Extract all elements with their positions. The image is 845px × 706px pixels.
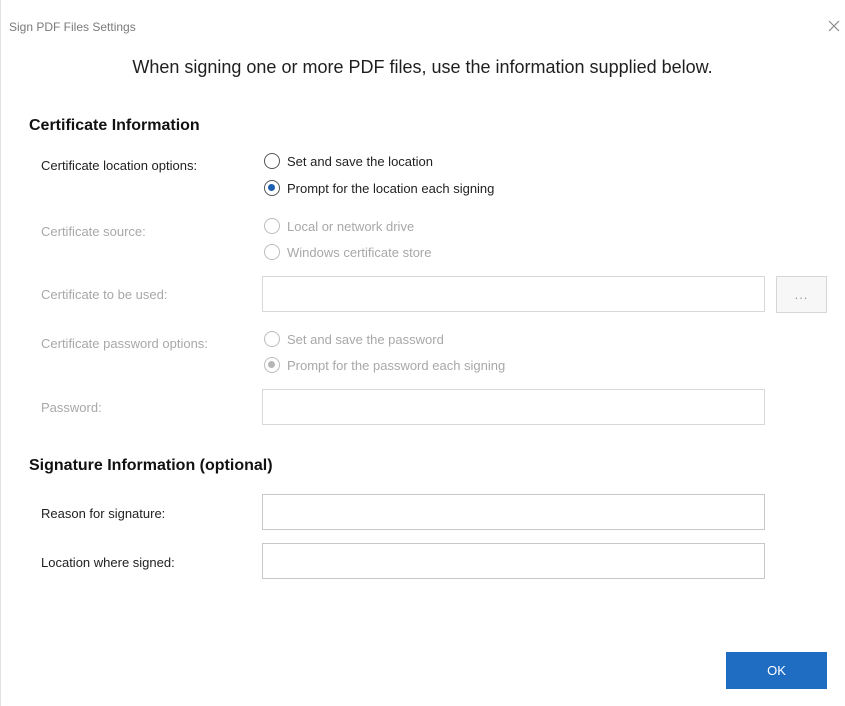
certificate-password-options-label: Certificate password options: <box>41 336 208 351</box>
radio-prompt-password[interactable]: Prompt for the password each signing <box>264 356 505 374</box>
radio-windows-certificate-store[interactable]: Windows certificate store <box>264 243 432 261</box>
sign-pdf-settings-dialog: Sign PDF Files Settings When signing one… <box>0 0 845 706</box>
location-where-signed-field[interactable] <box>262 543 765 579</box>
radio-circle <box>264 331 280 347</box>
reason-for-signature-field[interactable] <box>262 494 765 530</box>
password-field[interactable] <box>262 389 765 425</box>
certificate-to-be-used-label: Certificate to be used: <box>41 287 168 302</box>
radio-circle <box>264 244 280 260</box>
radio-circle <box>264 153 280 169</box>
radio-label: Windows certificate store <box>287 244 432 260</box>
ok-button[interactable]: OK <box>726 652 827 689</box>
reason-for-signature-label: Reason for signature: <box>41 506 166 521</box>
password-label: Password: <box>41 400 102 415</box>
location-where-signed-label: Location where signed: <box>41 555 175 570</box>
radio-label: Prompt for the password each signing <box>287 357 506 373</box>
certificate-to-be-used-field[interactable] <box>262 276 765 312</box>
radio-circle <box>264 180 280 196</box>
radio-circle <box>264 357 280 373</box>
signature-section-heading: Signature Information (optional) <box>29 457 273 474</box>
browse-certificate-button[interactable]: ... <box>776 276 827 313</box>
certificate-location-label: Certificate location options: <box>41 158 198 173</box>
certificate-section-heading: Certificate Information <box>29 117 200 134</box>
dialog-border <box>0 0 1 706</box>
radio-set-save-password[interactable]: Set and save the password <box>264 330 444 348</box>
close-icon <box>823 15 845 37</box>
radio-label: Local or network drive <box>287 218 415 234</box>
close-button[interactable] <box>823 15 845 37</box>
dialog-title: Sign PDF Files Settings <box>9 20 136 34</box>
radio-set-save-location[interactable]: Set and save the location <box>264 152 433 170</box>
radio-label: Set and save the location <box>287 153 433 169</box>
radio-local-network-drive[interactable]: Local or network drive <box>264 217 414 235</box>
radio-prompt-location[interactable]: Prompt for the location each signing <box>264 179 494 197</box>
intro-text: When signing one or more PDF files, use … <box>132 57 713 77</box>
radio-label: Set and save the password <box>287 331 444 347</box>
radio-circle <box>264 218 280 234</box>
certificate-source-label: Certificate source: <box>41 224 146 239</box>
radio-label: Prompt for the location each signing <box>287 180 495 196</box>
